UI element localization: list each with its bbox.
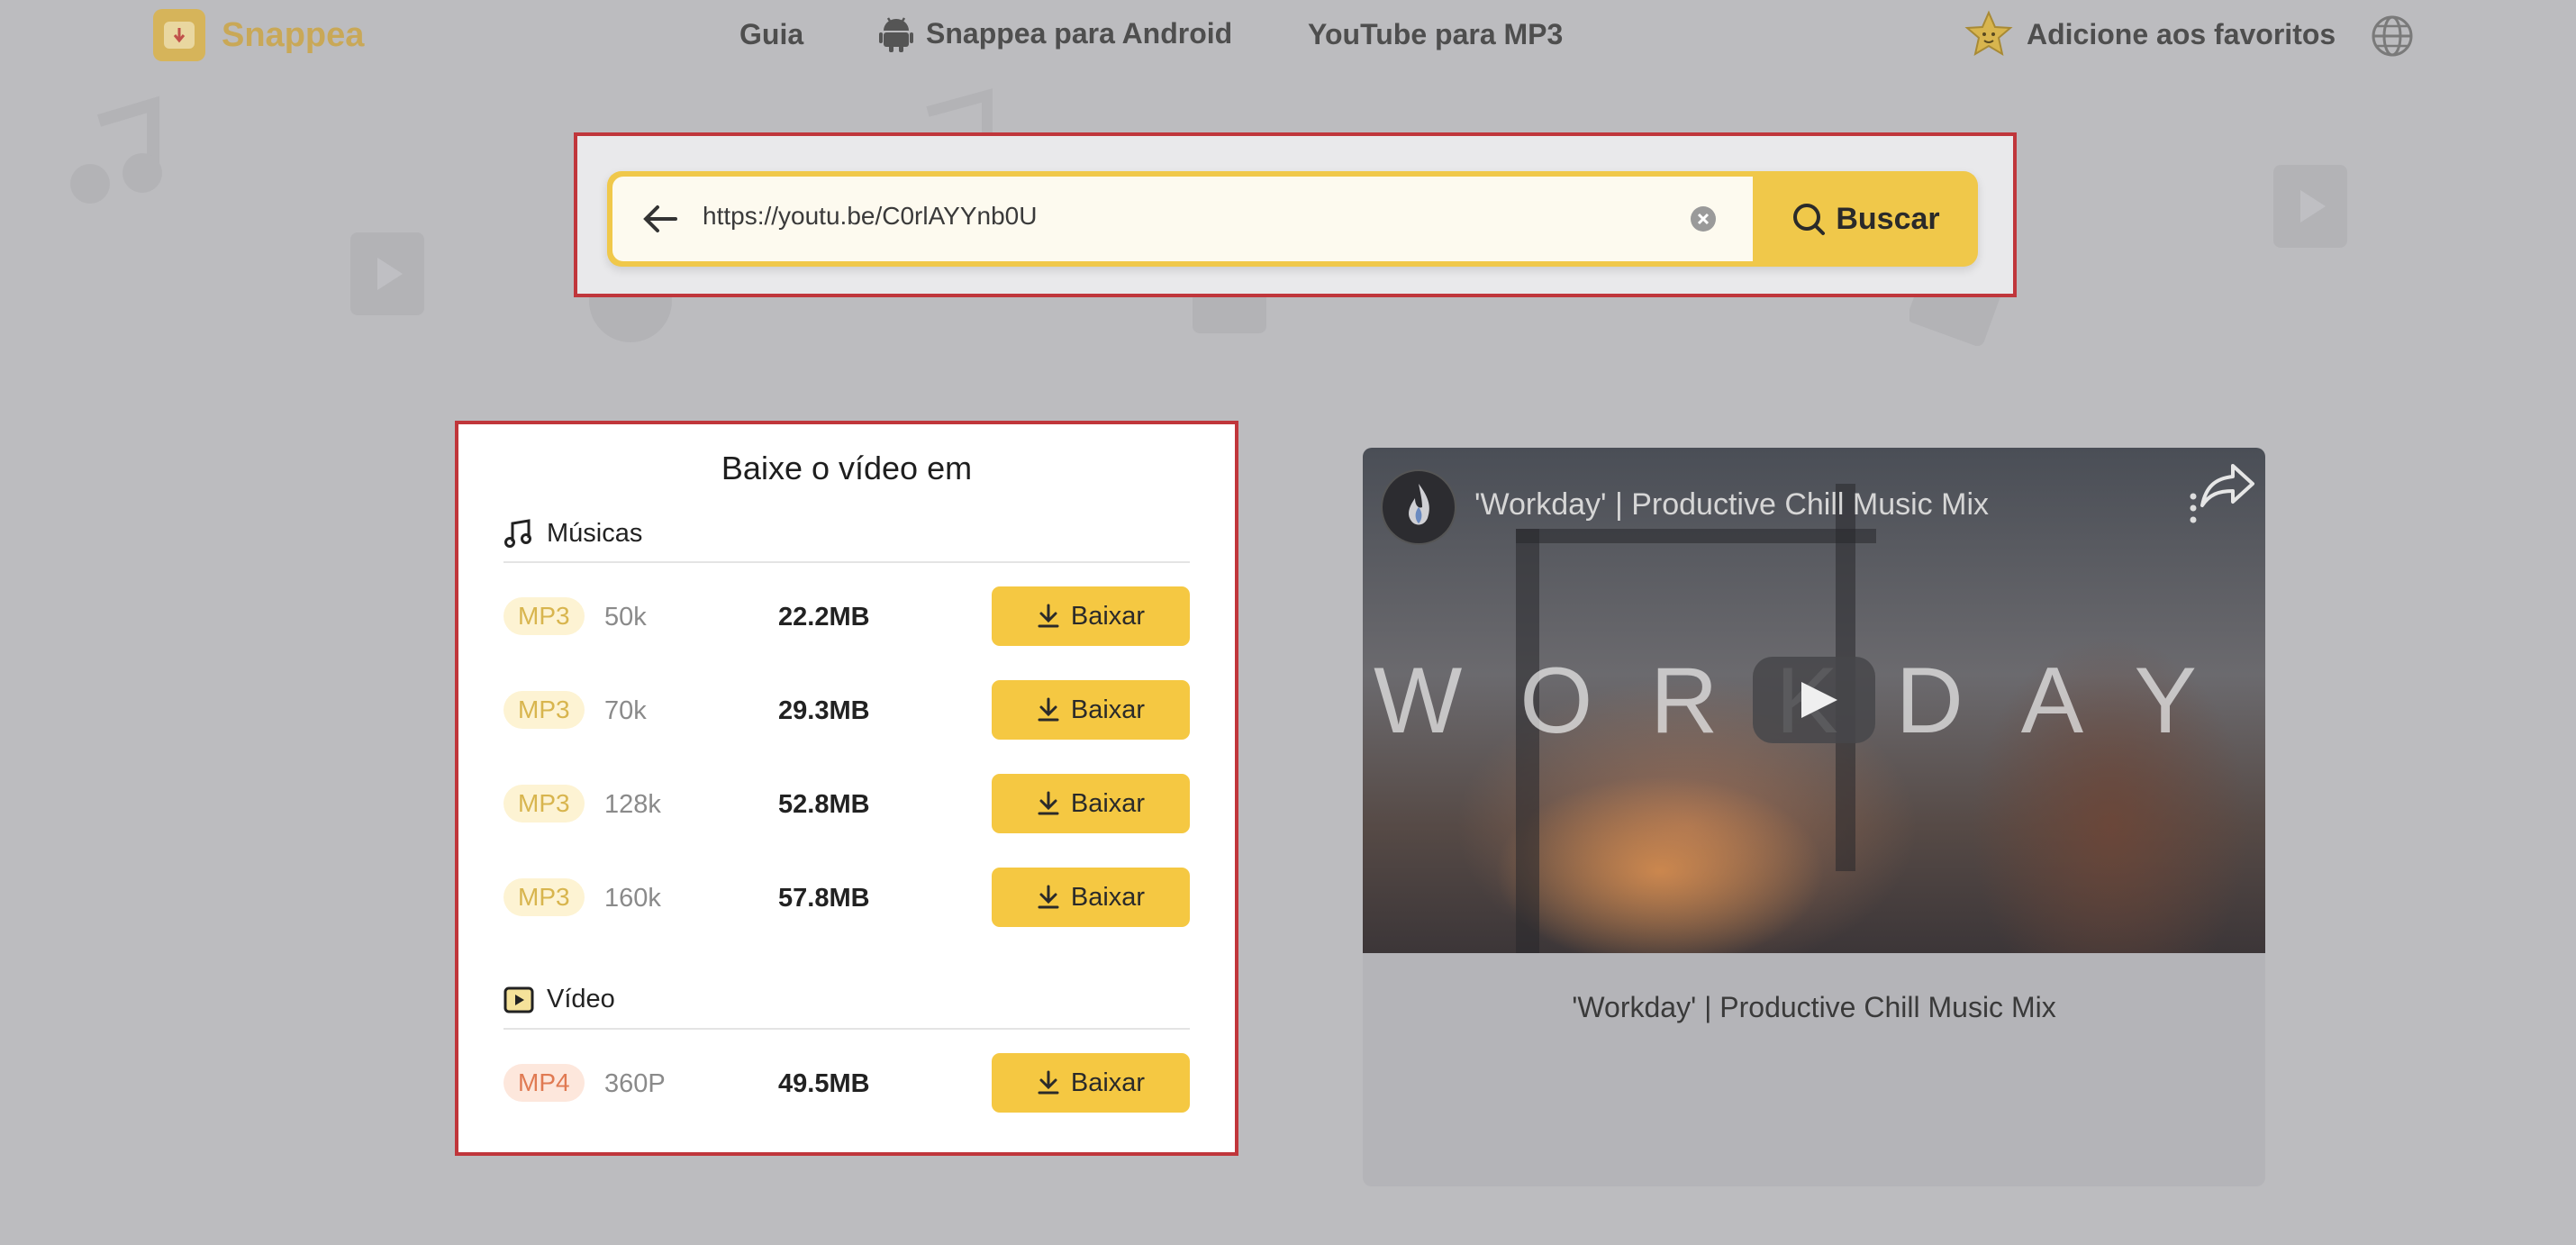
channel-avatar[interactable] — [1381, 469, 1456, 545]
format-badge: MP3 — [503, 691, 585, 729]
download-button[interactable]: Baixar — [992, 774, 1190, 833]
add-favorites-link[interactable]: Adicione aos favoritos — [1964, 9, 2336, 59]
nav-android-label: Snappea para Android — [926, 16, 1233, 50]
download-button[interactable]: Baixar — [992, 1053, 1190, 1113]
video-section-header: Vídeo — [503, 985, 615, 1014]
quality-label: 128k — [604, 790, 661, 819]
language-globe-icon[interactable] — [2371, 14, 2414, 58]
download-button[interactable]: Baixar — [992, 680, 1190, 740]
search-icon — [1793, 204, 1826, 235]
download-icon — [1038, 604, 1059, 628]
video-title[interactable]: 'Workday' | Productive Chill Music Mix — [1474, 487, 1989, 523]
search-input-value: https://youtu.be/C0rlAYYnb0U — [703, 202, 1038, 230]
back-arrow-icon[interactable] — [639, 198, 681, 240]
nav-mp3-link[interactable]: YouTube para MP3 — [1308, 18, 1563, 51]
quality-label: 70k — [604, 696, 647, 725]
share-icon[interactable] — [2199, 459, 2256, 509]
download-button-label: Baixar — [1070, 882, 1146, 912]
snappea-logo-icon — [153, 9, 205, 61]
film-decor-icon-4 — [2273, 165, 2347, 248]
music-row: MP3 160k 57.8MB Baixar — [503, 868, 1190, 927]
search-button[interactable]: Buscar — [1753, 171, 1978, 267]
download-button[interactable]: Baixar — [992, 586, 1190, 646]
video-player[interactable]: 'Workday' | Productive Chill Music Mix W… — [1363, 448, 2265, 953]
video-preview-card: 'Workday' | Productive Chill Music Mix W… — [1363, 448, 2265, 1186]
download-icon — [1038, 885, 1059, 909]
download-icon — [1038, 1070, 1059, 1095]
file-size: 22.2MB — [778, 603, 870, 632]
download-button-label: Baixar — [1070, 695, 1146, 724]
music-section-header: Músicas — [503, 518, 642, 549]
file-size: 29.3MB — [778, 696, 870, 725]
file-size: 49.5MB — [778, 1069, 870, 1098]
file-size: 57.8MB — [778, 884, 870, 913]
more-options-icon[interactable] — [2190, 493, 2197, 523]
music-row: MP3 128k 52.8MB Baixar — [503, 774, 1190, 833]
music-note-icon — [504, 519, 531, 548]
format-badge: MP3 — [503, 785, 585, 822]
search-button-label: Buscar — [1836, 201, 1940, 236]
music-row: MP3 50k 22.2MB Baixar — [503, 586, 1190, 646]
search-input[interactable]: https://youtu.be/C0rlAYYnb0U — [612, 177, 1753, 261]
format-badge: MP4 — [503, 1064, 585, 1102]
quality-label: 360P — [604, 1069, 666, 1098]
music-note-decor-icon — [70, 95, 162, 204]
video-caption: 'Workday' | Productive Chill Music Mix — [1572, 991, 2056, 1023]
format-badge: MP3 — [503, 597, 585, 635]
android-icon — [879, 17, 913, 52]
download-button-label: Baixar — [1070, 601, 1146, 631]
clear-icon[interactable] — [1690, 205, 1717, 232]
flame-icon — [1409, 484, 1429, 525]
quality-label: 50k — [604, 603, 647, 632]
music-divider — [503, 561, 1190, 563]
download-button[interactable]: Baixar — [992, 868, 1190, 927]
download-button-label: Baixar — [1070, 788, 1146, 818]
download-icon — [1038, 697, 1059, 722]
nav-guide-link[interactable]: Guia — [739, 18, 803, 51]
music-section-label: Músicas — [547, 518, 643, 548]
play-icon — [1801, 682, 1837, 718]
format-badge: MP3 — [503, 878, 585, 916]
video-icon — [503, 986, 534, 1013]
music-row: MP3 70k 29.3MB Baixar — [503, 680, 1190, 740]
download-panel: Baixe o vídeo em Músicas MP3 50k 22.2MB … — [455, 421, 1238, 1156]
panel-title: Baixe o vídeo em — [721, 450, 973, 486]
add-favorites-label: Adicione aos favoritos — [2027, 17, 2336, 50]
star-icon — [1964, 10, 2013, 57]
brand-name: Snappea — [222, 15, 365, 54]
play-button[interactable] — [1753, 657, 1875, 743]
top-navigation: Snappea Guia Snappea para Android YouTub… — [0, 0, 2576, 72]
video-section-label: Vídeo — [547, 985, 615, 1013]
film-decor-icon — [350, 232, 424, 315]
nav-android-link[interactable]: Snappea para Android — [879, 14, 1232, 52]
file-size: 52.8MB — [778, 790, 870, 819]
video-row: MP4 360P 49.5MB Baixar — [503, 1053, 1190, 1113]
download-button-label: Baixar — [1070, 1068, 1146, 1097]
quality-label: 160k — [604, 884, 661, 913]
search-bar: https://youtu.be/C0rlAYYnb0U Buscar — [607, 171, 1978, 267]
video-divider — [503, 1028, 1190, 1030]
download-icon — [1038, 791, 1059, 815]
brand-logo[interactable]: Snappea — [153, 9, 364, 61]
